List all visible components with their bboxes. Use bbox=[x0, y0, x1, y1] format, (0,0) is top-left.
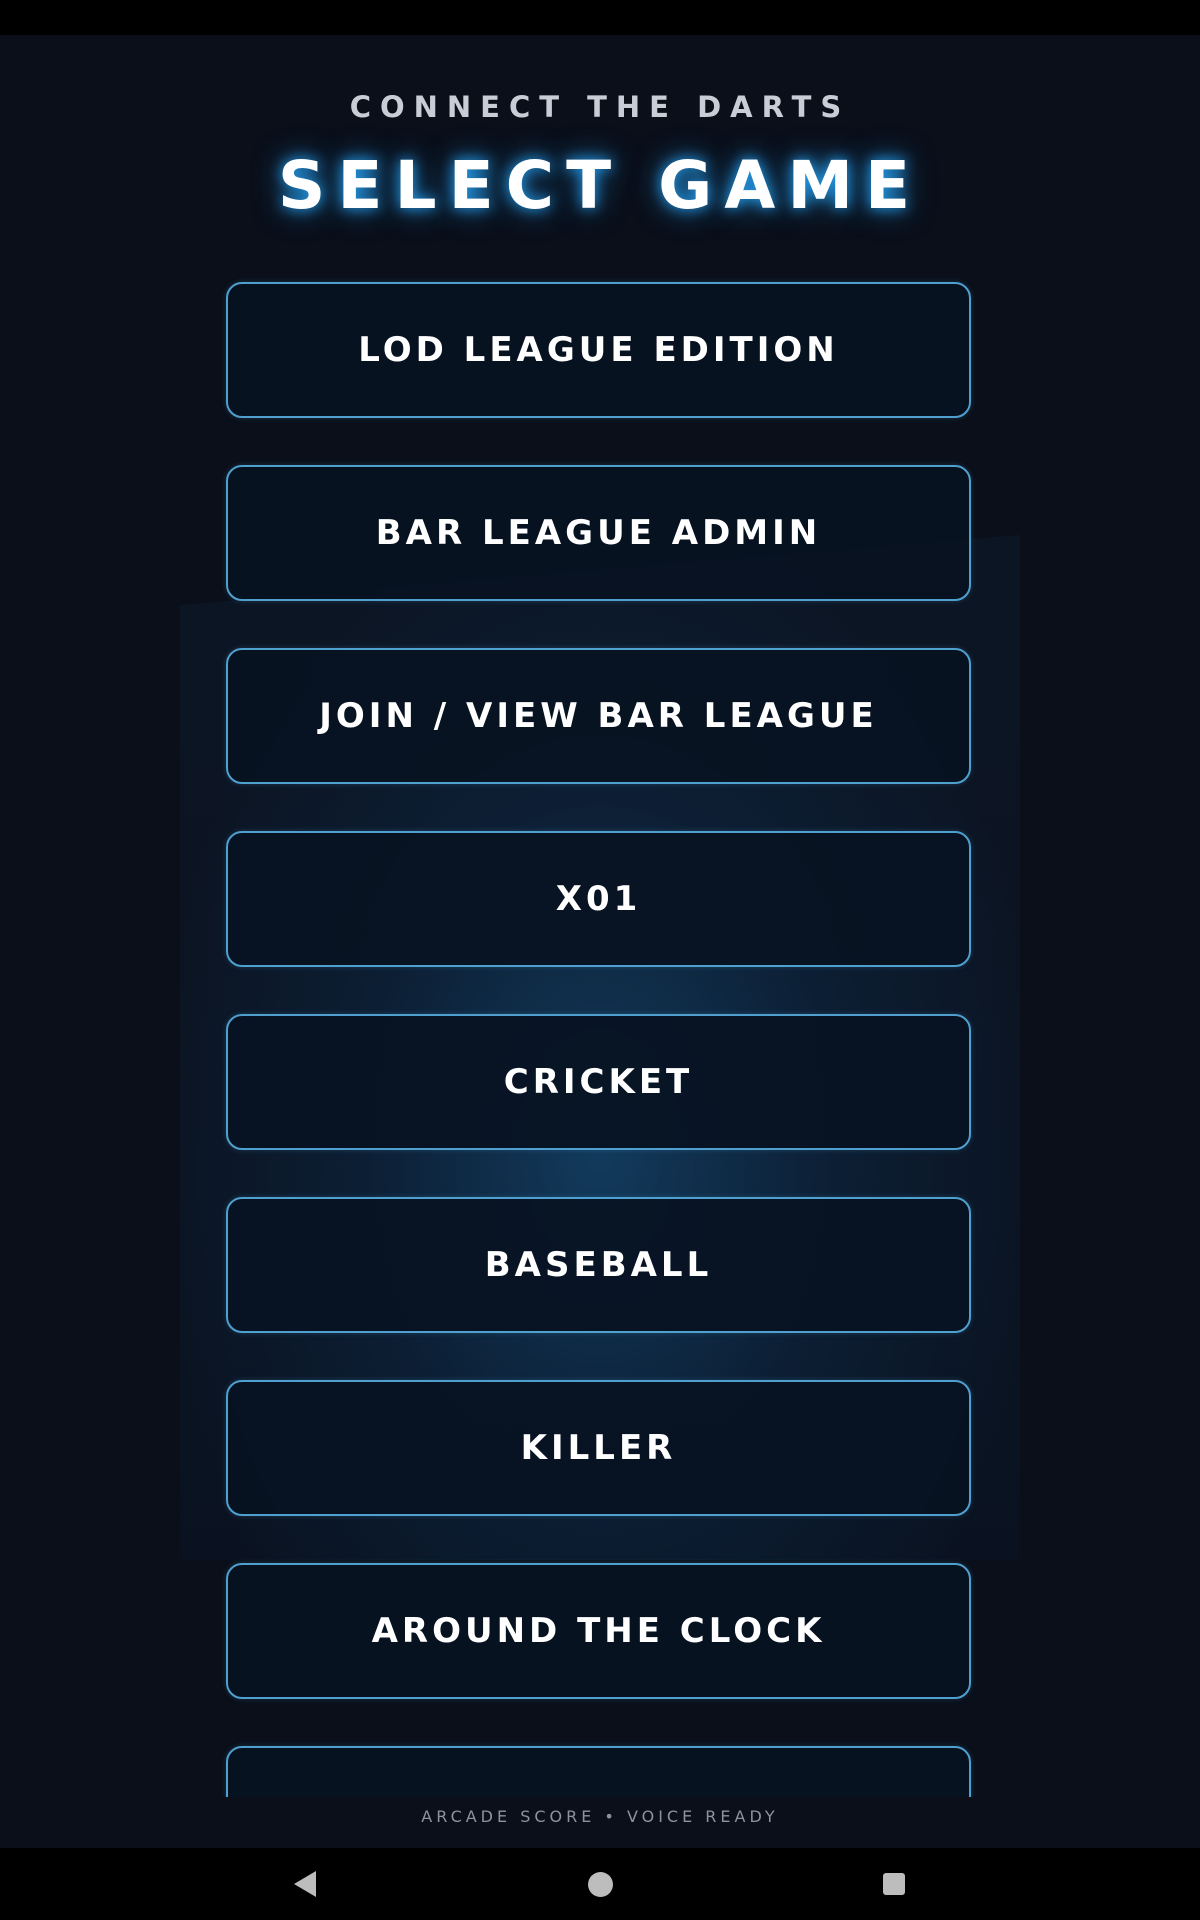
back-triangle-icon bbox=[294, 1871, 316, 1897]
home-button[interactable] bbox=[580, 1864, 620, 1904]
cricket-button[interactable]: CRICKET bbox=[226, 1014, 971, 1150]
lod-league-edition-button[interactable]: LOD LEAGUE EDITION bbox=[226, 282, 971, 418]
partially-visible-game-button[interactable] bbox=[226, 1746, 971, 1797]
x01-button[interactable]: X01 bbox=[226, 831, 971, 967]
recents-square-icon bbox=[883, 1873, 905, 1895]
around-the-clock-button[interactable]: AROUND THE CLOCK bbox=[226, 1563, 971, 1699]
join-view-bar-league-button[interactable]: JOIN / VIEW BAR LEAGUE bbox=[226, 648, 971, 784]
game-list[interactable]: CONNECT THE DARTS SELECT GAME LOD LEAGUE… bbox=[0, 35, 1200, 1797]
back-button[interactable] bbox=[285, 1864, 325, 1904]
baseball-button[interactable]: BASEBALL bbox=[226, 1197, 971, 1333]
status-bar bbox=[0, 0, 1200, 35]
bar-league-admin-button[interactable]: BAR LEAGUE ADMIN bbox=[226, 465, 971, 601]
app-subtitle: CONNECT THE DARTS bbox=[349, 90, 851, 124]
system-navigation-bar bbox=[0, 1848, 1200, 1920]
game-select-screen: CONNECT THE DARTS SELECT GAME LOD LEAGUE… bbox=[0, 35, 1200, 1848]
recents-button[interactable] bbox=[874, 1864, 914, 1904]
killer-button[interactable]: KILLER bbox=[226, 1380, 971, 1516]
footer-tagline: ARCADE SCORE • VOICE READY bbox=[0, 1797, 1200, 1848]
page-title: SELECT GAME bbox=[277, 147, 923, 224]
home-circle-icon bbox=[587, 1871, 613, 1897]
